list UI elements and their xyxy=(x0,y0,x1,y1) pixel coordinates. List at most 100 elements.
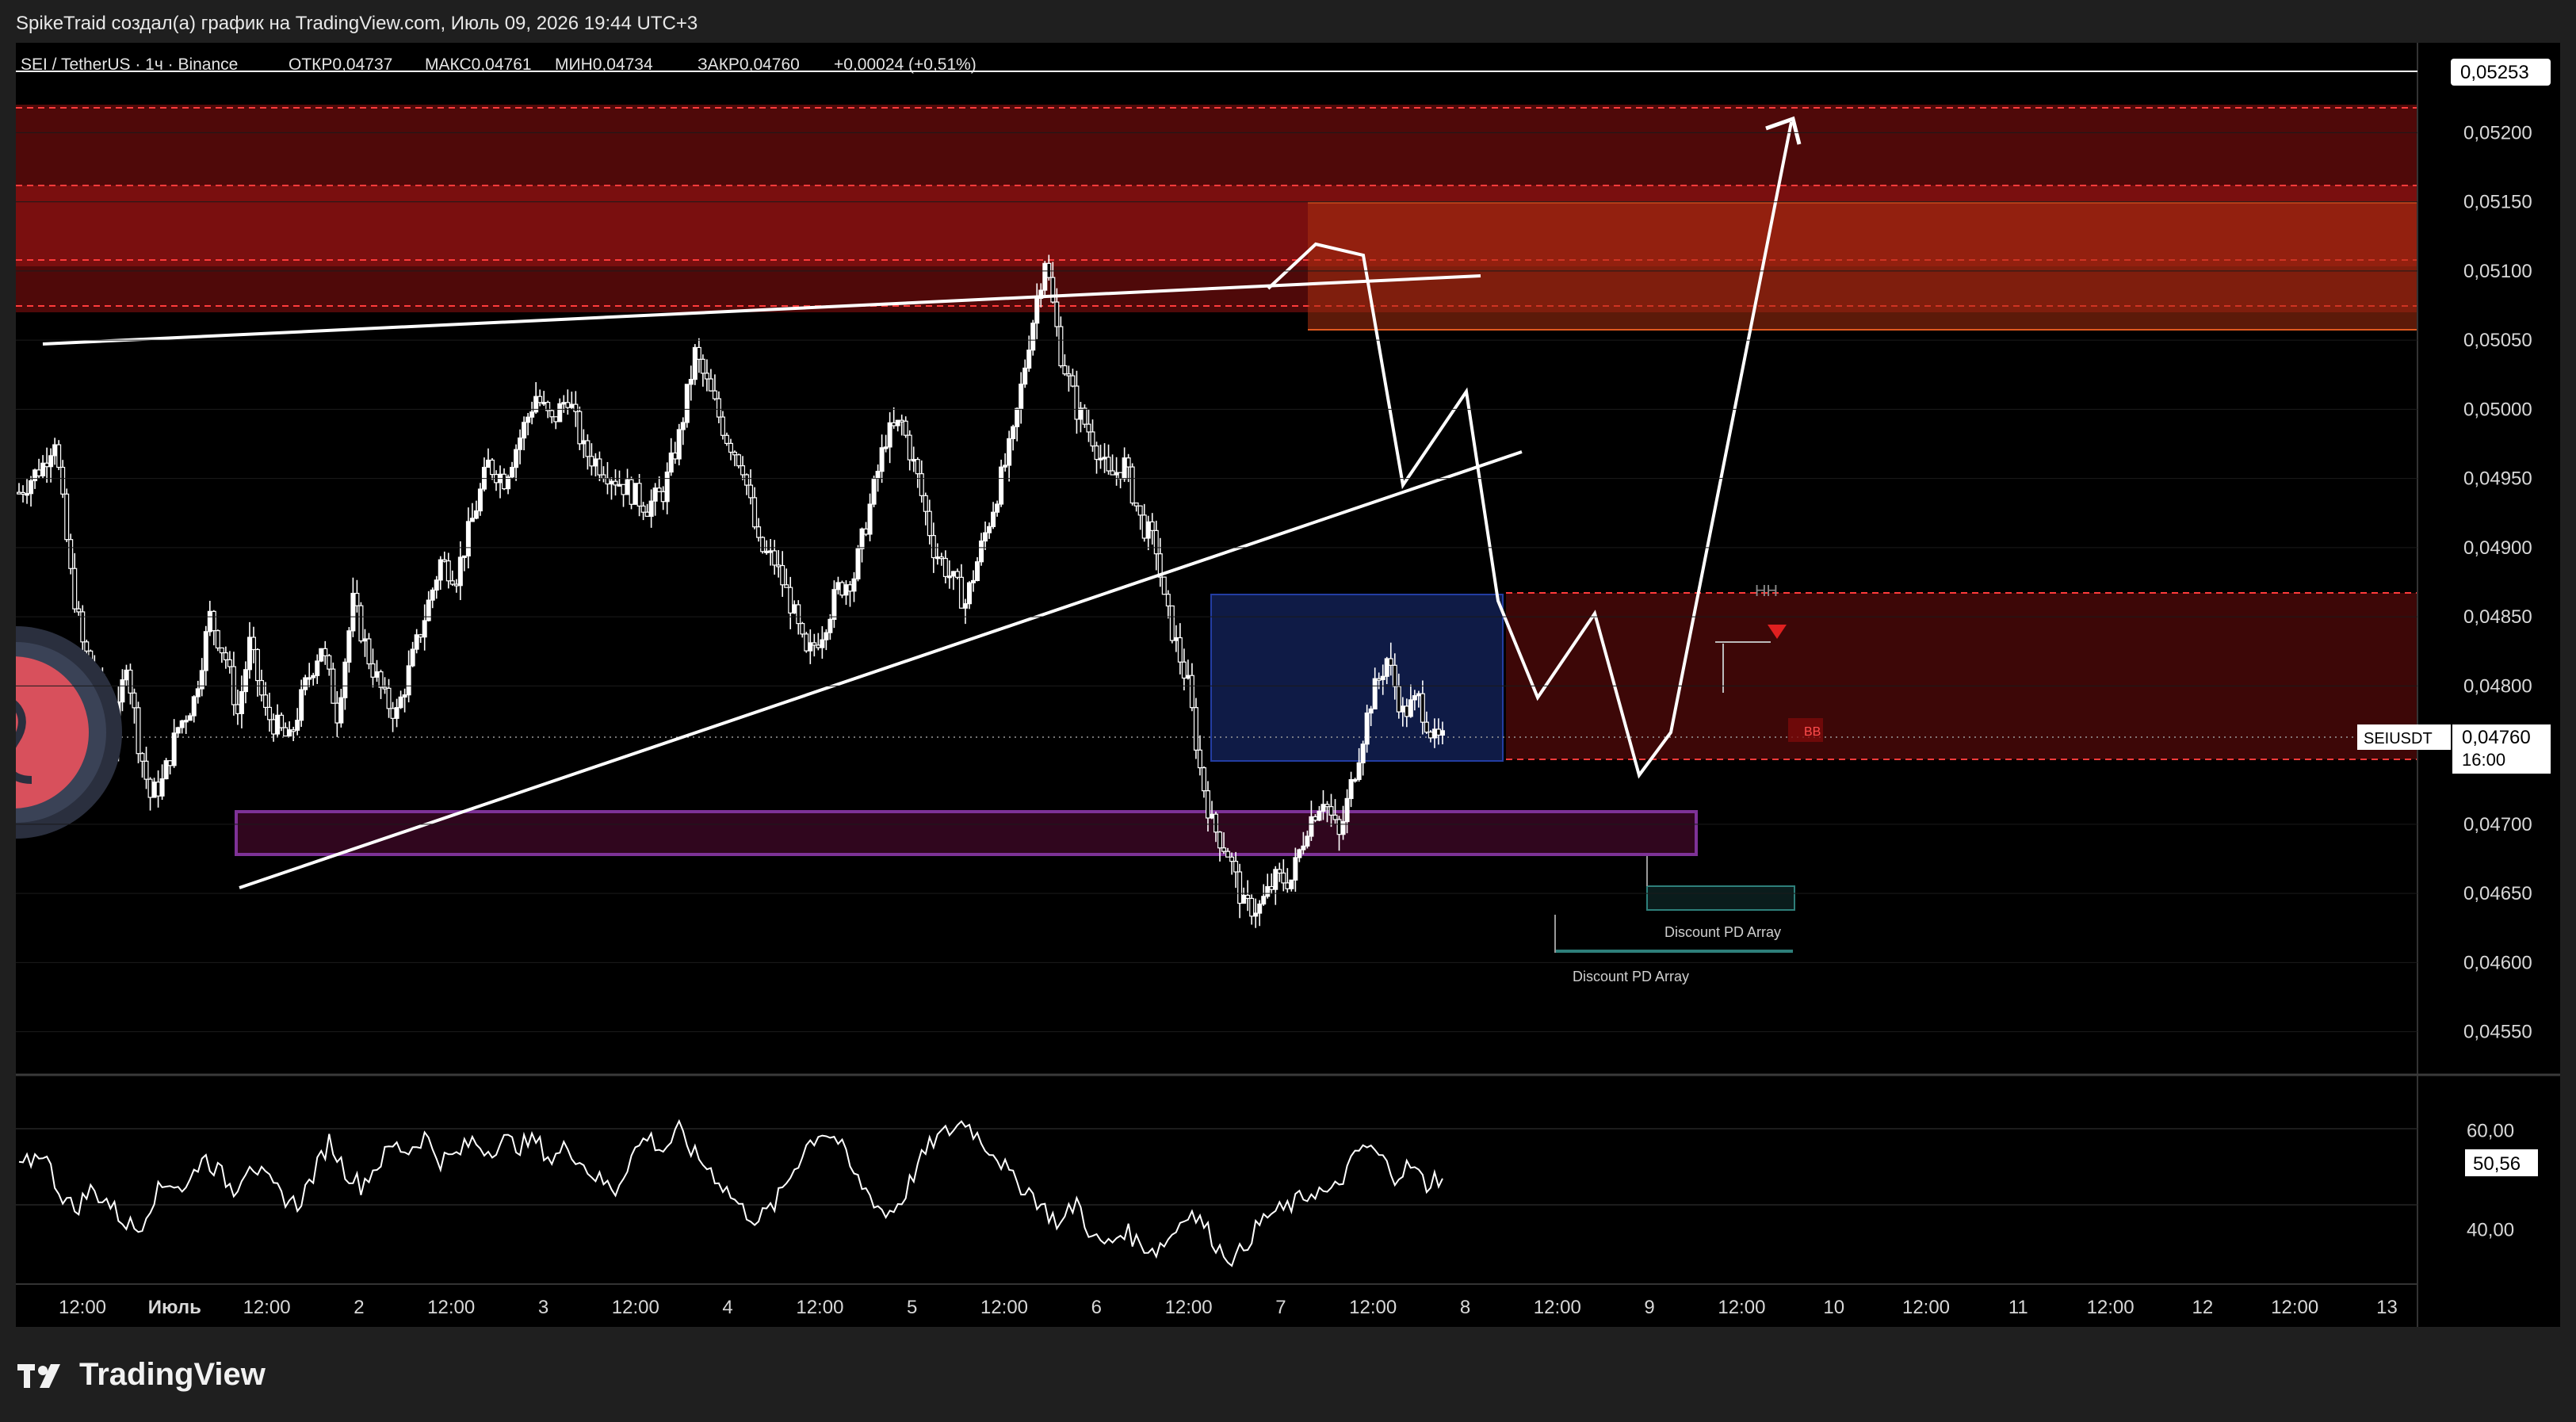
candle-body xyxy=(764,550,770,553)
candle-body xyxy=(1328,806,1334,816)
candle-body xyxy=(1309,816,1314,837)
candle-body xyxy=(1412,695,1417,701)
candle-body xyxy=(1015,407,1020,427)
candle-body xyxy=(1416,693,1421,697)
candle-body xyxy=(279,714,285,728)
time-tick-label: 13 xyxy=(2376,1297,2398,1318)
candle-body xyxy=(52,444,58,457)
time-tick-label: 12:00 xyxy=(1902,1297,1950,1318)
candle-body xyxy=(895,419,900,426)
candle-body xyxy=(1110,470,1115,476)
candle-body xyxy=(1094,445,1099,461)
candle-body xyxy=(362,638,368,642)
emblem-logo xyxy=(0,626,122,839)
candle-body xyxy=(919,473,924,496)
candle-body xyxy=(605,477,610,485)
candle-body xyxy=(740,465,746,476)
time-tick-label: 12 xyxy=(2192,1297,2214,1318)
candle-body xyxy=(215,630,220,649)
candle-body xyxy=(518,437,523,450)
rsi-tick-label: 60,00 xyxy=(2467,1121,2514,1142)
candle-body xyxy=(1070,375,1076,387)
candle-body xyxy=(303,677,308,690)
price-chart-svg[interactable]: HH BB Discount PD Array Discount PD Arra… xyxy=(0,43,2560,1327)
candle-body xyxy=(987,526,992,533)
candle-body xyxy=(32,469,38,482)
candle-body xyxy=(915,459,920,475)
candle-body xyxy=(1007,438,1012,466)
discount-label-2: Discount PD Array xyxy=(1573,969,1689,984)
candle-body xyxy=(1201,766,1206,792)
candle-body xyxy=(1161,576,1167,595)
candle-body xyxy=(672,452,678,460)
candle-body xyxy=(223,652,228,661)
purple-zone xyxy=(235,810,1698,856)
candle-body xyxy=(529,411,535,418)
price-tick-label: 0,04650 xyxy=(2463,883,2532,904)
rsi-line xyxy=(18,1118,1443,1267)
price-tick-label: 0,04550 xyxy=(2463,1022,2532,1043)
tradingview-chart-page: SpikeTraid создал(а) график на TradingVi… xyxy=(0,0,2576,1422)
candle-body xyxy=(648,500,654,517)
candle-body xyxy=(1042,262,1048,291)
candle-body xyxy=(1102,457,1107,460)
candle-body xyxy=(422,620,427,638)
candle-body xyxy=(1249,897,1255,917)
candle-body xyxy=(652,487,658,502)
candle-body xyxy=(1058,326,1064,367)
price-tick-label: 0,04800 xyxy=(2463,675,2532,697)
tradingview-logo[interactable]: TradingView xyxy=(17,1357,266,1393)
candle-body xyxy=(581,440,587,445)
candle-body xyxy=(461,555,467,558)
candle-body xyxy=(307,677,312,680)
candle-body xyxy=(394,707,399,719)
candle-body xyxy=(907,434,912,461)
rsi-pane xyxy=(16,1118,2417,1267)
candle-body xyxy=(732,451,737,456)
candle-body xyxy=(1181,661,1187,679)
candle-body xyxy=(1189,675,1194,709)
candle-body xyxy=(1090,431,1095,447)
candle-body xyxy=(780,564,785,586)
chart-area[interactable]: HH BB Discount PD Array Discount PD Arra… xyxy=(0,43,2560,1327)
candle-body xyxy=(1114,472,1119,476)
candle-body xyxy=(911,459,916,462)
candle-body xyxy=(931,535,936,559)
candle-body xyxy=(1320,804,1326,812)
candle-body xyxy=(979,540,984,563)
candle-body xyxy=(48,455,54,468)
candle-body xyxy=(522,422,527,439)
candle-body xyxy=(1293,857,1298,881)
rsi-tick-label: 40,00 xyxy=(2467,1220,2514,1241)
time-tick-label: 12:00 xyxy=(59,1297,106,1318)
candle-body xyxy=(378,671,384,688)
candle-body xyxy=(577,411,583,445)
candle-body xyxy=(704,373,709,380)
candle-body xyxy=(569,403,575,408)
candle-body xyxy=(934,556,940,560)
candle-body xyxy=(835,582,841,591)
price-tick-label: 0,04600 xyxy=(2463,952,2532,973)
candle-body xyxy=(1233,861,1239,873)
price-tick-label: 0,04850 xyxy=(2463,606,2532,628)
candle-body xyxy=(831,589,837,620)
candle-body xyxy=(684,384,690,423)
tradingview-logo-icon xyxy=(17,1361,68,1390)
candle-body xyxy=(962,603,968,609)
candle-body xyxy=(565,402,571,408)
candle-body xyxy=(434,579,439,591)
candle-body xyxy=(1133,502,1139,506)
candle-body xyxy=(1197,749,1202,769)
candle-body xyxy=(1129,466,1135,504)
candle-body xyxy=(1011,426,1016,440)
candle-body xyxy=(136,707,141,755)
candle-body xyxy=(1050,277,1056,303)
candle-body xyxy=(752,497,758,528)
candle-body xyxy=(1269,885,1275,890)
candle-body xyxy=(386,687,392,709)
candle-body xyxy=(390,708,396,719)
candle-body xyxy=(748,484,754,499)
candle-body xyxy=(1435,728,1441,736)
time-tick-label: 12:00 xyxy=(1718,1297,1765,1318)
legend-symbol: SEI / TetherUS · 1ч · Binance xyxy=(21,55,238,74)
